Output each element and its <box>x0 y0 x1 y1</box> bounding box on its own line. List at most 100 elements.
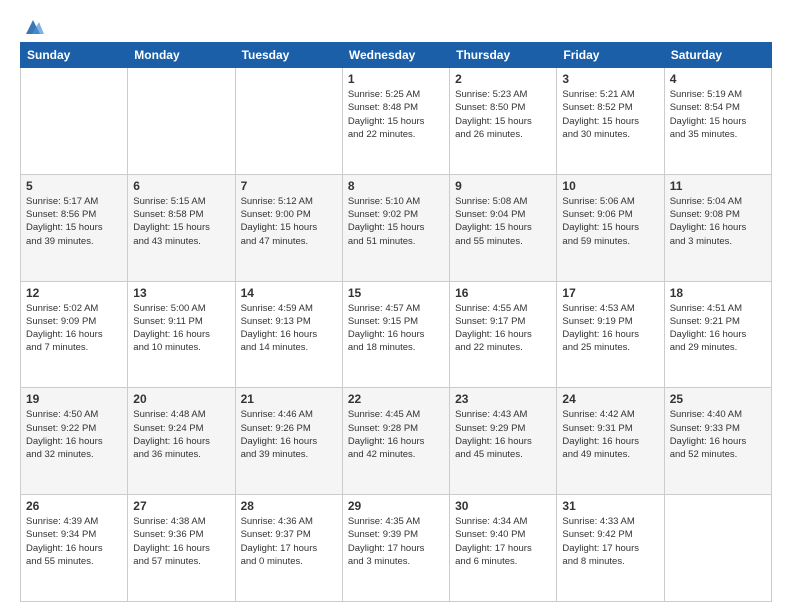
calendar-cell: 29 Sunrise: 4:35 AMSunset: 9:39 PMDayligh… <box>342 495 449 602</box>
day-number: 29 <box>348 499 444 513</box>
day-number: 21 <box>241 392 337 406</box>
calendar-cell: 9 Sunrise: 5:08 AMSunset: 9:04 PMDaylight… <box>450 174 557 281</box>
day-info: Sunrise: 5:06 AMSunset: 9:06 PMDaylight:… <box>562 195 658 248</box>
calendar-cell: 15Sunrise: 4:57 AMSunset: 9:15 PMDayligh… <box>342 281 449 388</box>
calendar-cell: 13Sunrise: 5:00 AMSunset: 9:11 PMDayligh… <box>128 281 235 388</box>
day-number: 10 <box>562 179 658 193</box>
week-row-4: 19 Sunrise: 4:50 AMSunset: 9:22 PMDayligh… <box>21 388 772 495</box>
day-number: 17 <box>562 286 658 300</box>
day-info: Sunrise: 4:33 AMSunset: 9:42 PMDaylight:… <box>562 515 658 568</box>
day-number: 4 <box>670 72 766 86</box>
calendar-cell <box>21 68 128 175</box>
day-info: Sunrise: 4:50 AMSunset: 9:22 PMDaylight:… <box>26 408 122 461</box>
logo <box>20 16 44 34</box>
calendar-cell: 22Sunrise: 4:45 AMSunset: 9:28 PMDayligh… <box>342 388 449 495</box>
day-info: Sunrise: 4:36 AMSunset: 9:37 PMDaylight:… <box>241 515 337 568</box>
day-info: Sunrise: 5:23 AMSunset: 8:50 PMDaylight:… <box>455 88 551 141</box>
weekday-header-friday: Friday <box>557 43 664 68</box>
day-number: 6 <box>133 179 229 193</box>
day-info: Sunrise: 5:04 AMSunset: 9:08 PMDaylight:… <box>670 195 766 248</box>
day-info: Sunrise: 5:12 AMSunset: 9:00 PMDaylight:… <box>241 195 337 248</box>
day-info: Sunrise: 4:35 AMSunset: 9:39 PMDaylight:… <box>348 515 444 568</box>
day-number: 27 <box>133 499 229 513</box>
calendar-cell <box>664 495 771 602</box>
week-row-2: 5Sunrise: 5:17 AMSunset: 8:56 PMDaylight… <box>21 174 772 281</box>
day-info: Sunrise: 4:42 AMSunset: 9:31 PMDaylight:… <box>562 408 658 461</box>
weekday-header-row: SundayMondayTuesdayWednesdayThursdayFrid… <box>21 43 772 68</box>
calendar-cell: 7 Sunrise: 5:12 AMSunset: 9:00 PMDaylight… <box>235 174 342 281</box>
calendar-cell: 25Sunrise: 4:40 AMSunset: 9:33 PMDayligh… <box>664 388 771 495</box>
day-number: 7 <box>241 179 337 193</box>
day-number: 22 <box>348 392 444 406</box>
day-info: Sunrise: 4:34 AMSunset: 9:40 PMDaylight:… <box>455 515 551 568</box>
day-info: Sunrise: 4:57 AMSunset: 9:15 PMDaylight:… <box>348 302 444 355</box>
weekday-header-monday: Monday <box>128 43 235 68</box>
logo-icon <box>22 16 44 38</box>
day-info: Sunrise: 4:55 AMSunset: 9:17 PMDaylight:… <box>455 302 551 355</box>
calendar-cell <box>128 68 235 175</box>
day-info: Sunrise: 5:25 AMSunset: 8:48 PMDaylight:… <box>348 88 444 141</box>
day-number: 8 <box>348 179 444 193</box>
day-number: 12 <box>26 286 122 300</box>
day-number: 31 <box>562 499 658 513</box>
day-number: 18 <box>670 286 766 300</box>
calendar-cell: 23 Sunrise: 4:43 AMSunset: 9:29 PMDayligh… <box>450 388 557 495</box>
weekday-header-thursday: Thursday <box>450 43 557 68</box>
day-number: 2 <box>455 72 551 86</box>
calendar-cell: 2 Sunrise: 5:23 AMSunset: 8:50 PMDaylight… <box>450 68 557 175</box>
calendar-cell: 26 Sunrise: 4:39 AMSunset: 9:34 PMDayligh… <box>21 495 128 602</box>
day-info: Sunrise: 5:00 AMSunset: 9:11 PMDaylight:… <box>133 302 229 355</box>
day-info: Sunrise: 5:19 AMSunset: 8:54 PMDaylight:… <box>670 88 766 141</box>
weekday-header-tuesday: Tuesday <box>235 43 342 68</box>
calendar-body: 1 Sunrise: 5:25 AMSunset: 8:48 PMDaylight… <box>21 68 772 602</box>
calendar-cell: 27 Sunrise: 4:38 AMSunset: 9:36 PMDayligh… <box>128 495 235 602</box>
calendar-cell: 8 Sunrise: 5:10 AMSunset: 9:02 PMDaylight… <box>342 174 449 281</box>
day-info: Sunrise: 4:46 AMSunset: 9:26 PMDaylight:… <box>241 408 337 461</box>
day-info: Sunrise: 4:43 AMSunset: 9:29 PMDaylight:… <box>455 408 551 461</box>
calendar-table: SundayMondayTuesdayWednesdayThursdayFrid… <box>20 42 772 602</box>
calendar-cell: 30Sunrise: 4:34 AMSunset: 9:40 PMDayligh… <box>450 495 557 602</box>
day-number: 1 <box>348 72 444 86</box>
calendar-cell: 12Sunrise: 5:02 AMSunset: 9:09 PMDayligh… <box>21 281 128 388</box>
week-row-1: 1 Sunrise: 5:25 AMSunset: 8:48 PMDaylight… <box>21 68 772 175</box>
day-info: Sunrise: 5:10 AMSunset: 9:02 PMDaylight:… <box>348 195 444 248</box>
calendar-cell: 21 Sunrise: 4:46 AMSunset: 9:26 PMDayligh… <box>235 388 342 495</box>
day-number: 23 <box>455 392 551 406</box>
day-info: Sunrise: 5:15 AMSunset: 8:58 PMDaylight:… <box>133 195 229 248</box>
calendar-cell: 5Sunrise: 5:17 AMSunset: 8:56 PMDaylight… <box>21 174 128 281</box>
calendar-cell: 17 Sunrise: 4:53 AMSunset: 9:19 PMDayligh… <box>557 281 664 388</box>
day-info: Sunrise: 4:39 AMSunset: 9:34 PMDaylight:… <box>26 515 122 568</box>
day-number: 19 <box>26 392 122 406</box>
day-info: Sunrise: 4:51 AMSunset: 9:21 PMDaylight:… <box>670 302 766 355</box>
page: SundayMondayTuesdayWednesdayThursdayFrid… <box>0 0 792 612</box>
calendar-cell: 3 Sunrise: 5:21 AMSunset: 8:52 PMDaylight… <box>557 68 664 175</box>
calendar-cell: 4 Sunrise: 5:19 AMSunset: 8:54 PMDaylight… <box>664 68 771 175</box>
day-number: 11 <box>670 179 766 193</box>
day-info: Sunrise: 5:08 AMSunset: 9:04 PMDaylight:… <box>455 195 551 248</box>
calendar-cell: 16Sunrise: 4:55 AMSunset: 9:17 PMDayligh… <box>450 281 557 388</box>
weekday-header-saturday: Saturday <box>664 43 771 68</box>
day-number: 9 <box>455 179 551 193</box>
day-info: Sunrise: 5:17 AMSunset: 8:56 PMDaylight:… <box>26 195 122 248</box>
day-info: Sunrise: 4:40 AMSunset: 9:33 PMDaylight:… <box>670 408 766 461</box>
day-number: 24 <box>562 392 658 406</box>
calendar-cell: 18 Sunrise: 4:51 AMSunset: 9:21 PMDayligh… <box>664 281 771 388</box>
calendar-cell: 10 Sunrise: 5:06 AMSunset: 9:06 PMDayligh… <box>557 174 664 281</box>
calendar-cell: 11 Sunrise: 5:04 AMSunset: 9:08 PMDayligh… <box>664 174 771 281</box>
weekday-header-wednesday: Wednesday <box>342 43 449 68</box>
calendar-cell: 6 Sunrise: 5:15 AMSunset: 8:58 PMDaylight… <box>128 174 235 281</box>
day-number: 26 <box>26 499 122 513</box>
day-info: Sunrise: 4:53 AMSunset: 9:19 PMDaylight:… <box>562 302 658 355</box>
calendar-cell: 20Sunrise: 4:48 AMSunset: 9:24 PMDayligh… <box>128 388 235 495</box>
calendar-cell: 19 Sunrise: 4:50 AMSunset: 9:22 PMDayligh… <box>21 388 128 495</box>
calendar-cell: 31 Sunrise: 4:33 AMSunset: 9:42 PMDayligh… <box>557 495 664 602</box>
day-info: Sunrise: 4:48 AMSunset: 9:24 PMDaylight:… <box>133 408 229 461</box>
calendar-cell: 28 Sunrise: 4:36 AMSunset: 9:37 PMDayligh… <box>235 495 342 602</box>
calendar-cell: 1 Sunrise: 5:25 AMSunset: 8:48 PMDaylight… <box>342 68 449 175</box>
day-info: Sunrise: 5:21 AMSunset: 8:52 PMDaylight:… <box>562 88 658 141</box>
day-info: Sunrise: 4:38 AMSunset: 9:36 PMDaylight:… <box>133 515 229 568</box>
calendar-cell: 24 Sunrise: 4:42 AMSunset: 9:31 PMDayligh… <box>557 388 664 495</box>
day-number: 3 <box>562 72 658 86</box>
day-number: 28 <box>241 499 337 513</box>
calendar-cell <box>235 68 342 175</box>
